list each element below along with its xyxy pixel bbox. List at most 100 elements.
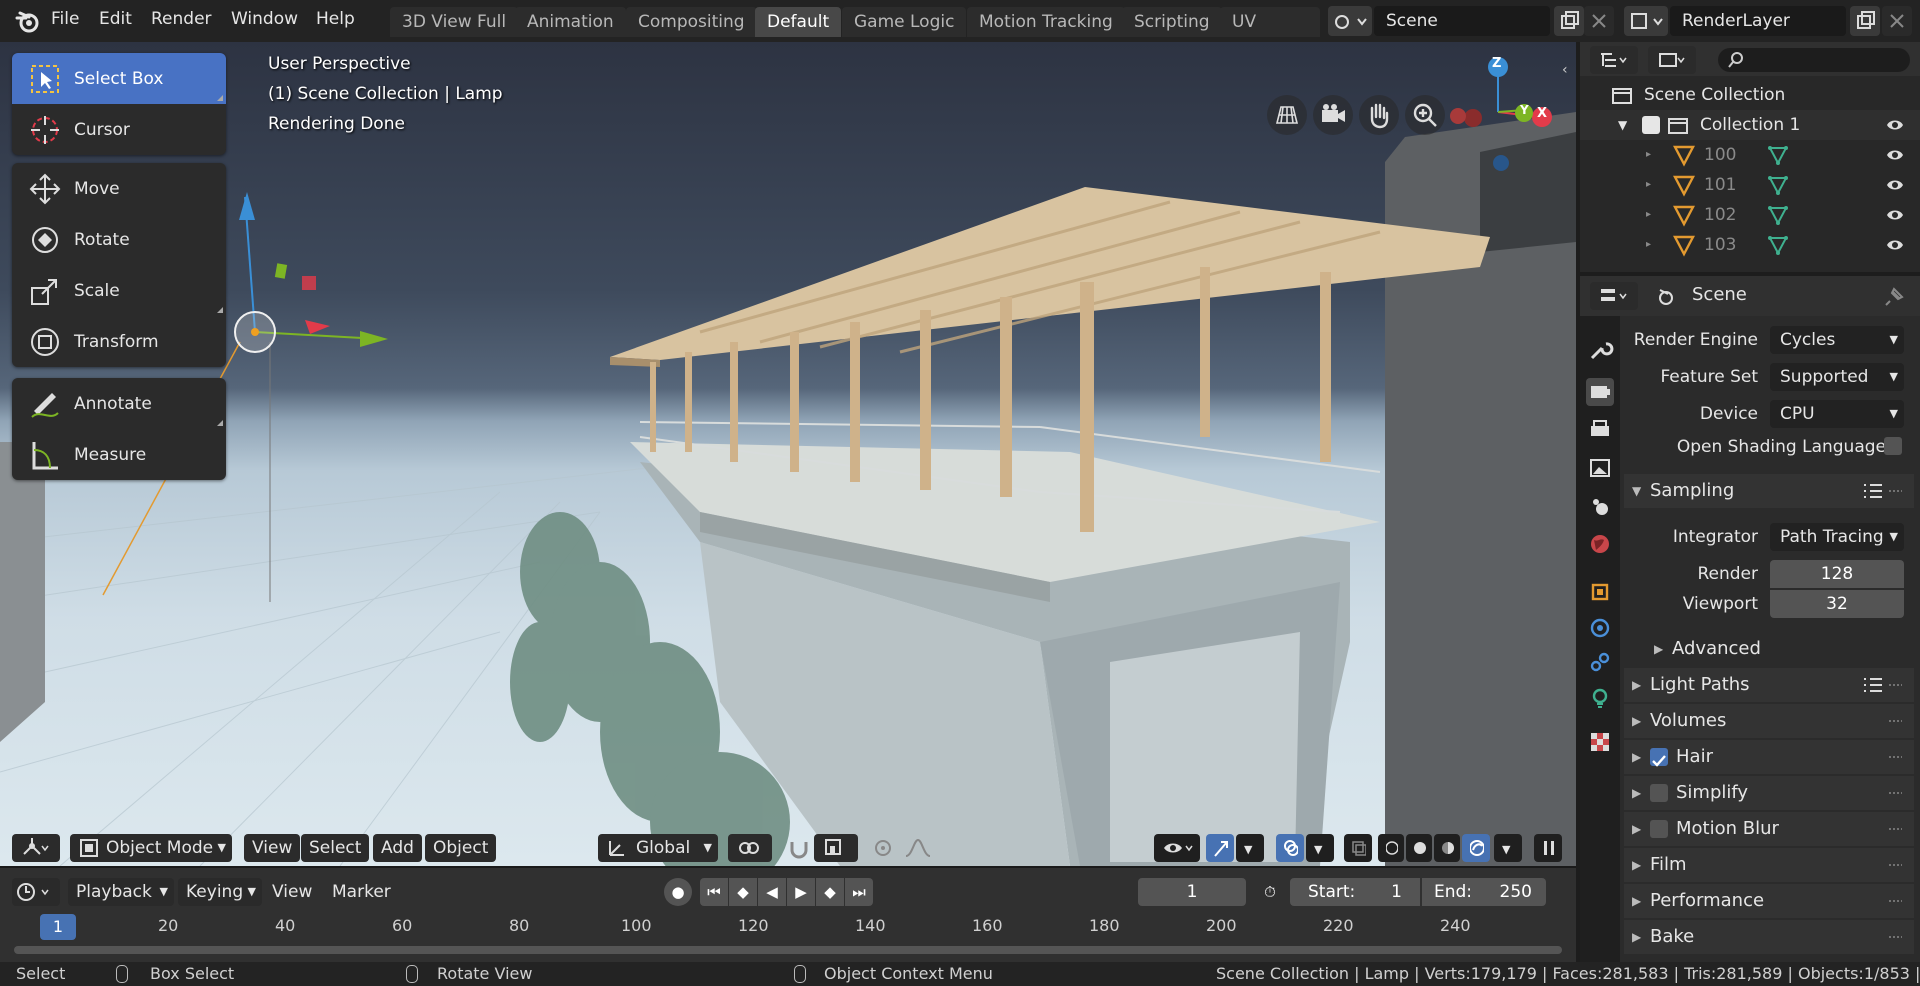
shading-solid-button[interactable]: [1406, 834, 1432, 862]
jump-start-button[interactable]: ⏮: [700, 878, 728, 906]
gizmo-dropdown[interactable]: ▼: [1236, 834, 1264, 862]
collection-enable-checkbox[interactable]: [1642, 116, 1660, 134]
axis-z-label[interactable]: Z: [1492, 56, 1501, 71]
toggle-ortho-button[interactable]: [1267, 95, 1307, 135]
tab-default[interactable]: Default: [755, 7, 842, 37]
eye-icon[interactable]: [1886, 146, 1904, 164]
outliner-object-row[interactable]: ▸ 102: [1580, 200, 1920, 230]
view-menu[interactable]: View: [244, 834, 301, 862]
eye-icon[interactable]: [1886, 176, 1904, 194]
object-menu[interactable]: Object: [425, 834, 497, 862]
proportional-edit-toggle[interactable]: [866, 834, 894, 862]
keying-menu[interactable]: Keying ▼: [178, 878, 262, 906]
tab-object[interactable]: [1586, 578, 1614, 606]
tab-scripting[interactable]: Scripting: [1122, 7, 1222, 37]
integrator-dropdown[interactable]: Path Tracing ▼: [1770, 523, 1904, 551]
timeline-view-menu[interactable]: View: [272, 878, 312, 906]
panel-film[interactable]: ▶ Film: [1624, 848, 1914, 882]
properties-editor[interactable]: Scene Render Engine Cycles ▼ Feature Set…: [1580, 276, 1920, 962]
eye-icon[interactable]: [1886, 236, 1904, 254]
axis-y-label[interactable]: Y: [1520, 103, 1529, 117]
new-scene-button[interactable]: [1554, 6, 1584, 36]
drag-handle-icon[interactable]: [1888, 683, 1902, 687]
expand-arrow-icon[interactable]: ▼: [1618, 110, 1627, 140]
3d-viewport[interactable]: Z X Y User Perspective (1) Scene Collect…: [0, 42, 1576, 866]
select-menu[interactable]: Select: [301, 834, 370, 862]
tab-compositing[interactable]: Compositing: [626, 7, 757, 37]
view-layer-name-field[interactable]: RenderLayer: [1670, 6, 1846, 36]
overlays-dropdown[interactable]: ▼: [1306, 834, 1334, 862]
timeline-editor[interactable]: Playback ▼ Keying ▼ View Marker ● ⏮ ◆ ◀ …: [0, 866, 1576, 962]
outliner-object-row[interactable]: ▸ 103: [1580, 230, 1920, 260]
osl-checkbox[interactable]: [1884, 437, 1902, 455]
simplify-checkbox[interactable]: [1650, 784, 1668, 802]
outliner-object-row[interactable]: ▸ 101: [1580, 170, 1920, 200]
drag-handle-icon[interactable]: [1888, 719, 1902, 723]
scene-selector-button[interactable]: [1328, 6, 1372, 36]
proportional-falloff-dropdown[interactable]: [896, 834, 940, 862]
viewport-samples-field[interactable]: 32: [1770, 590, 1904, 618]
hair-checkbox[interactable]: [1650, 748, 1668, 767]
expand-arrow-icon[interactable]: ▸: [1646, 170, 1651, 200]
prev-keyframe-button[interactable]: ◆: [729, 878, 757, 906]
playback-menu[interactable]: Playback ▼: [68, 878, 174, 906]
properties-editor-type-button[interactable]: [1590, 282, 1638, 310]
menu-edit[interactable]: Edit: [99, 9, 132, 29]
panel-volumes[interactable]: ▶ Volumes: [1624, 704, 1914, 738]
overlays-toggle[interactable]: [1276, 834, 1304, 862]
outliner-editor-type-button[interactable]: [1590, 46, 1638, 74]
menu-file[interactable]: File: [51, 9, 79, 29]
shading-rendered-button[interactable]: [1462, 834, 1490, 862]
outliner-search-input[interactable]: [1718, 48, 1910, 72]
axis-x-label[interactable]: X: [1537, 106, 1547, 121]
delete-scene-button[interactable]: [1584, 6, 1614, 36]
tab-constraints[interactable]: [1586, 648, 1614, 676]
pan-view-button[interactable]: [1359, 95, 1399, 135]
panel-bake[interactable]: ▶ Bake: [1624, 920, 1914, 954]
tab-texture[interactable]: [1586, 728, 1614, 756]
xray-toggle[interactable]: [1344, 834, 1372, 862]
pause-render-button[interactable]: [1534, 834, 1562, 862]
expand-arrow-icon[interactable]: ▸: [1646, 200, 1651, 230]
transform-orientation-dropdown[interactable]: Global ▼: [598, 834, 718, 862]
tool-select-box[interactable]: Select Box: [12, 53, 226, 104]
tab-output[interactable]: [1586, 416, 1614, 444]
tool-measure[interactable]: Measure: [12, 429, 226, 480]
menu-render[interactable]: Render: [151, 9, 212, 29]
panel-sampling[interactable]: ▼ Sampling: [1624, 474, 1914, 508]
marker-menu[interactable]: Marker: [332, 878, 391, 906]
subpanel-advanced[interactable]: ▶ Advanced: [1646, 632, 1914, 666]
drag-handle-icon[interactable]: [1888, 489, 1902, 493]
panel-simplify[interactable]: ▶ Simplify: [1624, 776, 1914, 810]
render-engine-dropdown[interactable]: Cycles ▼: [1770, 326, 1904, 354]
panel-motion-blur[interactable]: ▶ Motion Blur: [1624, 812, 1914, 846]
presets-list-icon[interactable]: [1862, 675, 1884, 695]
shading-wireframe-button[interactable]: [1378, 834, 1404, 862]
visibility-dropdown[interactable]: [1154, 834, 1200, 862]
feature-set-dropdown[interactable]: Supported ▼: [1770, 363, 1904, 391]
menu-window[interactable]: Window: [231, 9, 298, 29]
drag-handle-icon[interactable]: [1888, 863, 1902, 867]
tool-transform[interactable]: Transform: [12, 316, 226, 367]
outliner-collection-1[interactable]: ▼ Collection 1: [1580, 110, 1920, 140]
drag-handle-icon[interactable]: [1888, 935, 1902, 939]
presets-list-icon[interactable]: [1862, 481, 1884, 501]
delete-view-layer-button[interactable]: [1882, 6, 1912, 36]
pivot-point-dropdown[interactable]: [728, 834, 772, 862]
tab-uv-editing[interactable]: UV Editing: [1220, 7, 1320, 37]
panel-hair[interactable]: ▶ Hair: [1624, 740, 1914, 774]
outliner[interactable]: Scene Collection ▼ Collection 1 ▸ 100 ▸ …: [1580, 42, 1920, 272]
sidebar-collapse-arrow-icon[interactable]: ‹: [1562, 62, 1568, 78]
drag-handle-icon[interactable]: [1888, 899, 1902, 903]
add-menu[interactable]: Add: [373, 834, 422, 862]
tab-animation[interactable]: Animation: [515, 7, 626, 37]
shading-material-button[interactable]: [1434, 834, 1460, 862]
play-button[interactable]: ▶: [787, 878, 815, 906]
eye-icon[interactable]: [1886, 116, 1904, 134]
tab-tool[interactable]: [1586, 336, 1614, 364]
tool-move[interactable]: Move: [12, 163, 226, 214]
shading-dropdown[interactable]: ▼: [1494, 834, 1522, 862]
tab-render[interactable]: [1586, 378, 1614, 406]
tab-motion-tracking[interactable]: Motion Tracking: [967, 7, 1125, 37]
playhead-frame-indicator[interactable]: 1: [40, 914, 76, 940]
